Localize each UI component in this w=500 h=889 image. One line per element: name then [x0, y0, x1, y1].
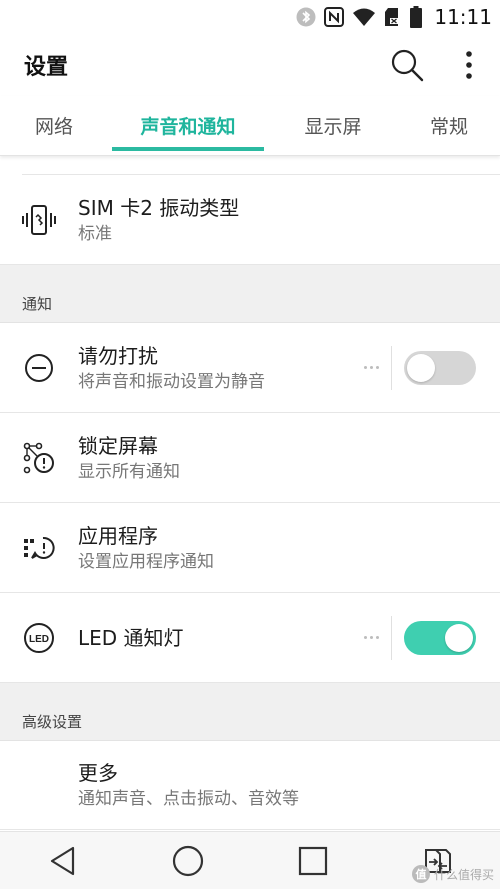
home-button[interactable]	[125, 832, 250, 889]
phone-vibrate-icon	[0, 203, 78, 237]
status-bar: 11:11	[0, 0, 500, 34]
led-icon: LED	[0, 622, 78, 654]
led-icon-label: LED	[29, 634, 49, 645]
settings-list: SIM 卡2 振动类型 标准 通知 请勿打扰 将声音和振动设置为静音 锁定屏幕 …	[0, 157, 500, 830]
row-subtitle: 通知声音、点击振动、音效等	[78, 789, 299, 809]
section-header-notify: 通知	[0, 265, 500, 323]
tab-general[interactable]: 常规	[398, 96, 500, 155]
sim2-vibration-row[interactable]: SIM 卡2 振动类型 标准	[0, 175, 500, 265]
nfc-icon	[324, 7, 345, 27]
divider	[391, 345, 392, 390]
app-notifications-row[interactable]: 应用程序 设置应用程序通知	[0, 503, 500, 593]
sdcard-icon	[384, 7, 402, 27]
do-not-disturb-icon	[0, 353, 78, 383]
more-settings-row[interactable]: 更多 通知声音、点击振动、音效等	[0, 741, 500, 830]
recents-icon	[298, 846, 327, 875]
row-subtitle: 显示所有通知	[78, 461, 180, 482]
row-subtitle: 设置应用程序通知	[78, 551, 214, 572]
row-title: 应用程序	[78, 523, 158, 548]
do-not-disturb-row[interactable]: 请勿打扰 将声音和振动设置为静音	[0, 323, 500, 413]
search-button[interactable]	[382, 40, 432, 90]
watermark: 值 什么值得买	[411, 865, 494, 883]
recents-button[interactable]	[250, 832, 375, 889]
more-options-button[interactable]	[444, 40, 494, 90]
led-light-toggle[interactable]	[404, 620, 476, 655]
search-icon	[391, 49, 424, 82]
tab-display[interactable]: 显示屏	[268, 96, 398, 155]
row-subtitle: 将声音和振动设置为静音	[78, 371, 265, 392]
more-vert-icon	[466, 51, 472, 79]
page-title: 设置	[24, 55, 69, 80]
tab-sound-notification[interactable]: 声音和通知	[108, 96, 268, 155]
lock-screen-notify-icon	[0, 442, 78, 474]
do-not-disturb-toggle[interactable]	[404, 350, 476, 385]
row-title: SIM 卡2 振动类型	[78, 195, 240, 220]
app-bar: 设置	[0, 34, 500, 96]
watermark-text: 什么值得买	[433, 867, 494, 882]
wifi-icon	[352, 7, 376, 27]
row-title: LED 通知灯	[78, 625, 184, 650]
back-icon	[50, 846, 74, 875]
back-button[interactable]	[0, 832, 125, 889]
tab-indicator	[112, 147, 264, 151]
row-title: 更多	[78, 761, 118, 785]
divider	[391, 615, 392, 660]
row-subtitle: 标准	[78, 223, 112, 244]
home-icon	[172, 845, 203, 876]
bluetooth-icon	[296, 7, 316, 27]
lock-screen-row[interactable]: 锁定屏幕 显示所有通知	[0, 413, 500, 503]
tab-bar: 网络 声音和通知 显示屏 常规	[0, 96, 500, 156]
section-header-advanced: 高级设置	[0, 683, 500, 741]
tab-label: 声音和通知	[140, 116, 236, 138]
more-dots-icon[interactable]	[357, 636, 385, 639]
watermark-logo: 值	[411, 865, 430, 883]
divider	[22, 157, 500, 175]
more-dots-icon[interactable]	[357, 366, 385, 369]
tab-network[interactable]: 网络	[0, 96, 108, 155]
status-time: 11:11	[434, 5, 492, 29]
app-notify-icon	[0, 532, 78, 564]
led-light-row[interactable]: LED LED 通知灯	[0, 593, 500, 683]
row-title: 锁定屏幕	[78, 433, 158, 458]
battery-icon	[410, 6, 423, 28]
row-title: 请勿打扰	[78, 343, 158, 368]
